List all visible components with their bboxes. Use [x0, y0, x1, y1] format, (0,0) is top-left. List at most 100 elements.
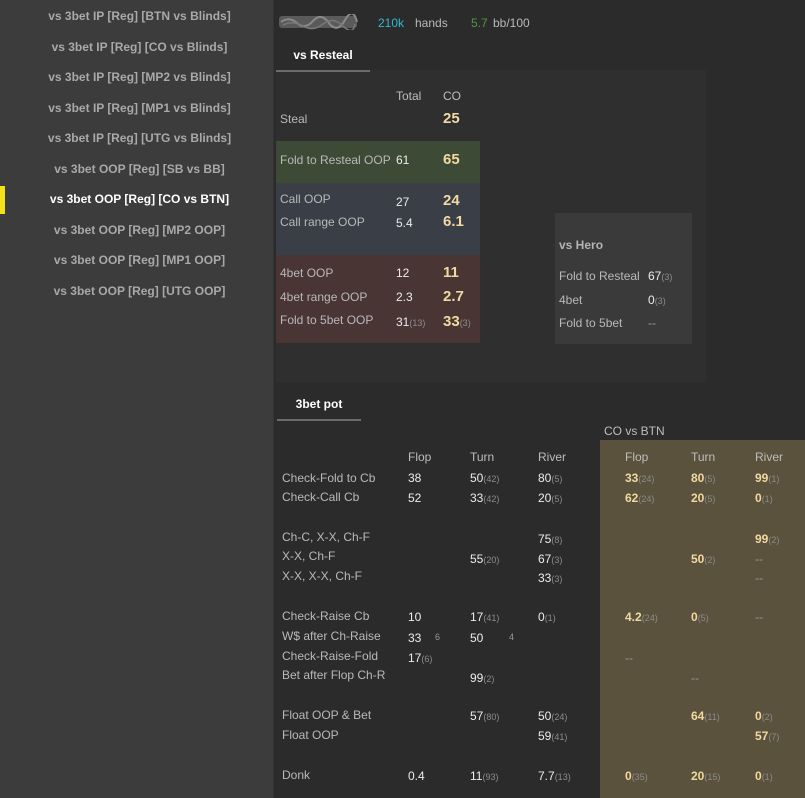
hands-value: 210k [378, 16, 405, 30]
ws-after-chr-label: W$ after Ch-Raise [282, 629, 381, 643]
vs-hero-fold-resteal-label: Fold to Resteal [559, 269, 640, 283]
sidebar-item-co-vs-btn[interactable]: vs 3bet OOP [Reg] [CO vs BTN] [6, 192, 273, 206]
cr-river: 0(1) [538, 610, 556, 624]
tab-vs-resteal[interactable]: vs Resteal [276, 48, 370, 62]
xx-xx-chf-label: X-X, X-X, Ch-F [282, 569, 363, 583]
sidebar-item-sb-vs-bb[interactable]: vs 3bet OOP [Reg] [SB vs BB] [6, 162, 273, 176]
ws-flop: 33 [408, 631, 422, 645]
vs-hero-fold-5bet-label: Fold to 5bet [559, 316, 623, 330]
xxx-g-river: -- [755, 571, 763, 585]
ws-turn: 50 [470, 631, 484, 645]
donk-flop: 0.4 [408, 769, 425, 783]
active-item-marker [0, 186, 5, 214]
bafc-g-turn: -- [691, 671, 699, 685]
bb100-value: 5.7 [471, 16, 488, 30]
sidebar: vs 3bet IP [Reg] [BTN vs Blinds] vs 3bet… [0, 0, 274, 798]
sidebar-item-mp2-vs-blinds[interactable]: vs 3bet IP [Reg] [MP2 vs Blinds] [6, 70, 273, 84]
fob-turn: 57(80) [470, 709, 500, 723]
cf-river: 80(5) [538, 471, 563, 485]
cc-flop: 52 [408, 491, 422, 505]
cf-turn: 50(42) [470, 471, 500, 485]
sidebar-item-utg-vs-blinds[interactable]: vs 3bet IP [Reg] [UTG vs Blinds] [6, 131, 273, 145]
chc-xx-chf-label: Ch-C, X-X, Ch-F [282, 530, 371, 544]
call-oop-total: 27 [396, 195, 410, 209]
col-flop-co-btn: Flop [625, 450, 649, 464]
xx-g-river: -- [755, 552, 763, 566]
hands-label: hands [415, 16, 448, 30]
vs-hero-4bet-label: 4bet [559, 293, 583, 307]
col-river-co-btn: River [755, 450, 784, 464]
sidebar-item-co-vs-blinds[interactable]: vs 3bet IP [Reg] [CO vs Blinds] [6, 40, 273, 54]
bb100-label: bb/100 [493, 16, 530, 30]
float-oop-label: Float OOP [282, 728, 339, 742]
call-oop-label: Call OOP [280, 192, 331, 206]
donk-g-river: 0(1) [755, 769, 773, 783]
cc-river: 20(5) [538, 491, 563, 505]
fold-resteal-total: 61 [396, 153, 410, 167]
fold-5bet-total: 31(13) [396, 315, 426, 329]
cf-g-river: 99(1) [755, 471, 780, 485]
sidebar-item-mp1-oop[interactable]: vs 3bet OOP [Reg] [MP1 OOP] [6, 253, 273, 267]
chc-river: 75(8) [538, 532, 563, 546]
sidebar-item-btn-vs-blinds[interactable]: vs 3bet IP [Reg] [BTN vs Blinds] [6, 9, 273, 23]
bafc-turn: 99(2) [470, 671, 495, 685]
sidebar-item-mp1-vs-blinds[interactable]: vs 3bet IP [Reg] [MP1 vs Blinds] [6, 101, 273, 115]
cr-g-flop: 4.2(24) [625, 610, 658, 624]
xx-g-turn: 50(2) [691, 552, 716, 566]
xxx-river: 33(3) [538, 571, 563, 585]
cc-g-turn: 20(5) [691, 491, 716, 505]
xx-turn: 55(20) [470, 552, 500, 566]
col-turn-co-btn: Turn [691, 450, 716, 464]
cc-turn: 33(42) [470, 491, 500, 505]
cc-g-river: 0(1) [755, 491, 773, 505]
check-fold-cb-label: Check-Fold to Cb [282, 471, 376, 485]
col-total-header: Total [396, 89, 422, 103]
col-flop: Flop [408, 450, 432, 464]
ws-flop-n: 6 [435, 632, 441, 642]
donk-label: Donk [282, 768, 311, 782]
cr-g-turn: 0(5) [691, 610, 709, 624]
cf-flop: 38 [408, 471, 422, 485]
cr-turn: 17(41) [470, 610, 500, 624]
fourbet-total: 12 [396, 266, 410, 280]
donk-turn: 11(93) [470, 769, 499, 783]
fourbet-co: 11 [443, 264, 459, 281]
fo-river: 59(41) [538, 729, 568, 743]
float-oop-bet-label: Float OOP & Bet [282, 708, 372, 722]
main-panel: 210k hands 5.7 bb/100 vs Resteal Total C… [274, 0, 805, 798]
call-range-co: 6.1 [443, 213, 464, 230]
fourbet-range-label: 4bet range OOP [280, 290, 368, 304]
crf-g-flop: -- [625, 651, 633, 665]
call-range-label: Call range OOP [280, 215, 365, 229]
sidebar-item-utg-oop[interactable]: vs 3bet OOP [Reg] [UTG OOP] [6, 284, 273, 298]
call-oop-co: 24 [443, 192, 460, 209]
steal-label: Steal [280, 112, 308, 126]
cc-g-flop: 62(24) [625, 491, 655, 505]
tab-underline-3bet [277, 419, 361, 421]
cf-g-flop: 33(24) [625, 471, 655, 485]
tab-3bet-pot[interactable]: 3bet pot [277, 397, 361, 411]
crf-flop: 17(6) [408, 651, 433, 665]
call-range-total: 5.4 [396, 216, 413, 230]
sidebar-item-mp2-oop[interactable]: vs 3bet OOP [Reg] [MP2 OOP] [6, 223, 273, 237]
vs-hero-fold-5bet-value: -- [648, 316, 656, 330]
fold-5bet-co: 33(3) [443, 313, 471, 330]
chc-g-river: 99(2) [755, 532, 780, 546]
player-name-redacted [279, 14, 358, 30]
vs-hero-fold-resteal-value: 67(3) [648, 269, 673, 283]
fob-g-turn: 64(11) [691, 709, 720, 723]
fob-river: 50(24) [538, 709, 568, 723]
col-river: River [538, 450, 567, 464]
col-turn: Turn [470, 450, 495, 464]
tab-underline [276, 70, 370, 72]
vs-hero-title: vs Hero [559, 238, 604, 252]
fob-g-river: 0(2) [755, 709, 773, 723]
check-call-cb-label: Check-Call Cb [282, 490, 360, 504]
co-vs-btn-header: CO vs BTN [604, 424, 665, 438]
check-raise-cb-label: Check-Raise Cb [282, 609, 370, 623]
cr-g-river: -- [755, 610, 763, 624]
cf-g-turn: 80(5) [691, 471, 716, 485]
fold-5bet-label: Fold to 5bet OOP [280, 313, 374, 327]
fo-g-river: 57(7) [755, 729, 780, 743]
bet-after-flop-chr-label: Bet after Flop Ch-R [282, 668, 386, 682]
